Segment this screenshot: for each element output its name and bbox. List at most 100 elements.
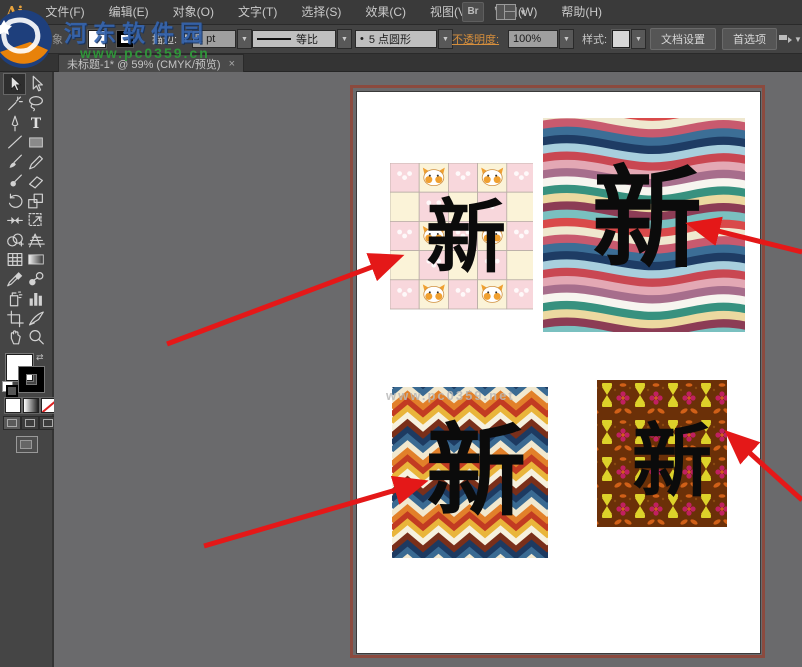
tool-scale[interactable] <box>25 191 46 211</box>
symbol-sprayer-icon <box>5 288 25 308</box>
opacity-dropdown[interactable]: ▼ <box>559 29 574 49</box>
tool-paintbrush[interactable] <box>4 152 25 172</box>
document-setup-button[interactable]: 文档设置 <box>650 28 716 50</box>
brush-dot-icon: • <box>360 33 364 45</box>
perspective-grid-icon <box>26 230 46 250</box>
mesh-icon <box>5 249 25 269</box>
tool-free-transform[interactable] <box>25 211 46 231</box>
stroke-weight-dropdown[interactable]: ▼ <box>237 29 252 49</box>
width-icon <box>5 210 25 230</box>
new-character-cat-check: 新 <box>426 198 506 278</box>
eraser-icon <box>26 171 46 191</box>
watermark-url-canvas: www.pc0359.net <box>386 388 515 403</box>
gradient-icon <box>26 249 46 269</box>
blend-icon <box>26 269 46 289</box>
tool-panel: T ⇄ <box>0 72 54 667</box>
style-dropdown[interactable]: ▼ <box>631 29 646 49</box>
tool-blend[interactable] <box>25 269 46 289</box>
tool-rotate[interactable] <box>4 191 25 211</box>
tool-blob-brush[interactable] <box>4 172 25 192</box>
workspace-icon <box>496 4 516 20</box>
tool-width[interactable] <box>4 211 25 231</box>
stroke-indicator[interactable] <box>19 367 44 392</box>
new-character-chevron: 新 <box>426 422 526 522</box>
shape-builder-icon <box>5 230 25 250</box>
width-profile-dropdown[interactable]: ▼ <box>337 29 352 49</box>
chevron-down-icon: ▼ <box>519 8 527 17</box>
new-character-ornate: 新 <box>632 422 712 502</box>
tool-magic-wand[interactable] <box>4 94 25 114</box>
slice-icon <box>26 308 46 328</box>
style-label: 样式: <box>582 25 607 53</box>
tool-selection[interactable] <box>4 74 25 94</box>
canvas-pasteboard[interactable]: 新新新新 www.pc0359.net <box>54 72 802 667</box>
tool-eyedropper[interactable] <box>4 269 25 289</box>
menu-item-4[interactable]: 选择(S) <box>289 0 353 24</box>
width-profile-select[interactable]: 等比 <box>252 30 336 48</box>
screen-mode-button[interactable] <box>16 436 38 453</box>
brush-select[interactable]: • 5 点圆形 <box>355 30 437 48</box>
artboard-icon <box>5 308 25 328</box>
tool-mesh[interactable] <box>4 250 25 270</box>
tool-line-segment[interactable] <box>4 133 25 153</box>
tool-rectangle[interactable] <box>25 133 46 153</box>
watermark-site-name: 河东软件园 <box>64 14 209 48</box>
tool-shape-builder[interactable] <box>4 230 25 250</box>
tool-artboard[interactable] <box>4 308 25 328</box>
drawing-modes <box>3 416 57 430</box>
rotate-icon <box>5 191 25 211</box>
rectangle-icon <box>26 132 46 152</box>
opacity-link[interactable]: 不透明度: <box>452 25 499 53</box>
tool-column-graph[interactable] <box>25 289 46 309</box>
watermark-logo <box>0 8 56 70</box>
default-fill-stroke-icon[interactable] <box>2 381 13 392</box>
opacity-input[interactable]: 100% <box>508 30 558 48</box>
line-segment-icon <box>5 132 25 152</box>
tool-symbol-sprayer[interactable] <box>4 289 25 309</box>
zoom-icon <box>26 327 46 347</box>
lasso-icon <box>26 93 46 113</box>
swap-fill-stroke-icon[interactable]: ⇄ <box>36 352 44 363</box>
color-button[interactable] <box>5 398 21 413</box>
tool-perspective-grid[interactable] <box>25 230 46 250</box>
tab-close-icon[interactable]: × <box>229 58 235 70</box>
brush-dropdown[interactable]: ▼ <box>438 29 453 49</box>
gradient-button[interactable] <box>23 398 39 413</box>
tool-type[interactable]: T <box>25 113 46 133</box>
direct-selection-icon <box>26 74 46 94</box>
menu-item-5[interactable]: 效果(C) <box>353 0 418 24</box>
fill-stroke-indicator: ⇄ <box>4 354 50 400</box>
illustrator-window: Ai 文件(F)编辑(E)对象(O)文字(T)选择(S)效果(C)视图(V)窗口… <box>0 0 802 667</box>
tool-pen[interactable] <box>4 113 25 133</box>
tool-pencil[interactable] <box>25 152 46 172</box>
tool-gradient[interactable] <box>25 250 46 270</box>
paintbrush-icon <box>5 152 25 172</box>
tool-eraser[interactable] <box>25 172 46 192</box>
new-character-rainbow-wave: 新 <box>592 164 702 274</box>
svg-text:T: T <box>30 116 40 132</box>
tool-slice[interactable] <box>25 308 46 328</box>
tool-hand[interactable] <box>4 328 25 348</box>
blob-brush-icon <box>5 171 25 191</box>
menu-item-3[interactable]: 文字(T) <box>226 0 289 24</box>
draw-behind-button[interactable] <box>21 416 39 430</box>
line-preview-icon <box>257 37 291 41</box>
column-graph-icon <box>26 288 46 308</box>
tool-direct-selection[interactable] <box>25 74 46 94</box>
preferences-button[interactable]: 首选项 <box>722 28 777 50</box>
draw-normal-button[interactable] <box>3 416 21 430</box>
scale-icon <box>26 191 46 211</box>
selection-icon <box>5 74 25 94</box>
menu-item-8[interactable]: 帮助(H) <box>549 0 614 24</box>
watermark-site-url: www.pc0359.cn <box>80 45 210 61</box>
hand-icon <box>5 327 25 347</box>
tool-zoom[interactable] <box>25 328 46 348</box>
free-transform-icon <box>26 210 46 230</box>
bridge-button[interactable]: Br <box>462 2 484 22</box>
workspace-switcher[interactable]: ▼ <box>496 4 527 20</box>
align-panel-icon[interactable]: ▼ <box>778 25 802 53</box>
style-swatch[interactable] <box>612 30 630 48</box>
pencil-icon <box>26 152 46 172</box>
type-icon: T <box>26 113 46 133</box>
tool-lasso[interactable] <box>25 94 46 114</box>
